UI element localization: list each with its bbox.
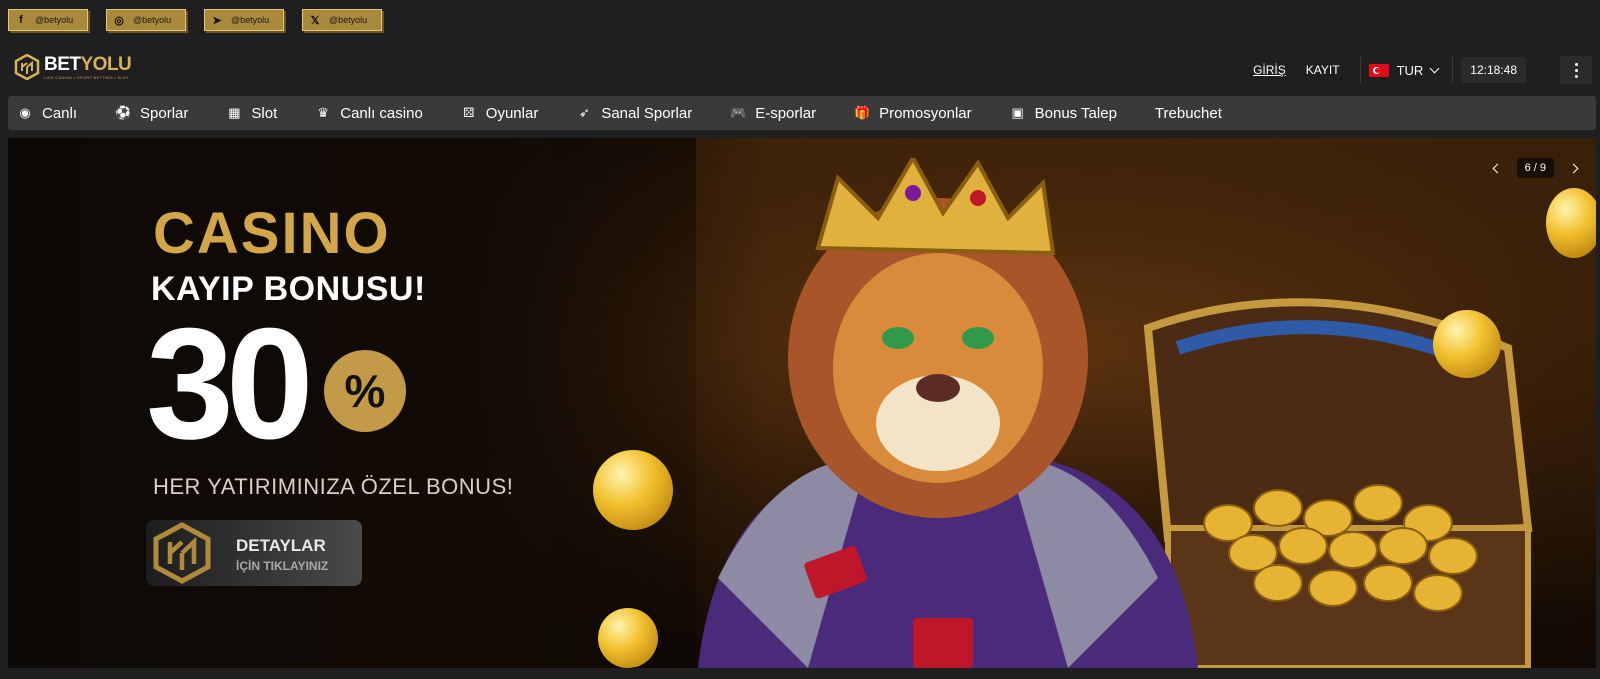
previous-slide-button[interactable] (1489, 159, 1507, 177)
main-nav: ◉ Canlı ⚽ Sporlar ▦ Slot ♛ Canlı casino … (8, 96, 1596, 130)
slot-icon: ▦ (228, 105, 241, 120)
dice-icon: ⚄ (463, 105, 475, 120)
logo-mark-icon (14, 54, 40, 80)
instagram-icon: ◎ (114, 14, 124, 27)
slider-controls: 6 / 9 (1489, 158, 1582, 178)
nav-item-label: Sanal Sporlar (601, 104, 693, 122)
nav-item-canli[interactable]: ◉ Canlı (17, 105, 77, 122)
nav-item-sporlar[interactable]: ⚽ Sporlar (115, 105, 188, 122)
gold-coin-decoration (598, 608, 658, 668)
nav-item-label: Trebuchet (1154, 104, 1222, 122)
more-menu-button[interactable] (1560, 56, 1592, 84)
nav-item-label: Sporlar (140, 104, 189, 122)
telegram-link[interactable]: ➤ @betyolu (204, 9, 284, 31)
nav-item-label: Oyunlar (485, 104, 539, 122)
slide-counter: 6 / 9 (1516, 158, 1554, 178)
chevron-right-icon (1568, 163, 1578, 173)
nav-item-slot[interactable]: ▦ Slot (226, 105, 277, 122)
gold-coin-decoration (1546, 188, 1596, 258)
gold-coin-decoration (593, 450, 673, 530)
nav-item-label: Promosyonlar (879, 104, 972, 122)
x-icon: 𝕏 (310, 14, 320, 27)
dot-icon (1574, 62, 1578, 66)
lion-mascot-illustration (698, 158, 1198, 668)
gift-icon: 🎁 (853, 105, 871, 120)
logo-text-bet: BET (44, 53, 81, 75)
percent-badge: % (324, 350, 406, 432)
dot-icon (1574, 68, 1578, 72)
nav-item-label: Bonus Talep (1034, 104, 1117, 122)
logo-mark-icon (153, 522, 211, 584)
login-link[interactable]: GİRİŞ (1253, 63, 1286, 77)
bonus-icon: ▣ (1011, 105, 1024, 120)
nav-item-sanal-sporlar[interactable]: ➶ Sanal Sporlar (576, 105, 692, 122)
language-label: TUR (1396, 62, 1424, 78)
banner-title: CASINO (153, 201, 391, 266)
logo-text-yolu: YOLU (80, 53, 132, 75)
nav-item-label: Slot (251, 104, 278, 122)
live-icon: ◉ (19, 105, 31, 120)
language-selector[interactable]: TUR (1368, 62, 1440, 78)
instagram-label: @betyolu (133, 15, 172, 25)
gold-coin-decoration (1433, 310, 1501, 378)
turkey-flag-icon (1368, 63, 1389, 77)
promo-banner[interactable]: CASINO KAYIP BONUSU! 30 % HER YATIRIMINI… (8, 138, 1596, 668)
soccer-ball-icon: ⚽ (114, 105, 132, 120)
instagram-link[interactable]: ◎ @betyolu (106, 9, 186, 31)
nav-item-trebuchet[interactable]: Trebuchet (1155, 105, 1222, 122)
header: BETYOLU LIVE CASINO • SPORT BETTING • SL… (0, 48, 1600, 92)
social-bar: f @betyolu ◎ @betyolu ➤ @betyolu 𝕏 @bety… (0, 0, 1600, 40)
bonus-percentage-number: 30 (146, 296, 314, 472)
clock: 12:18:48 (1461, 57, 1526, 83)
facebook-label: @betyolu (35, 15, 74, 25)
nav-item-label: E-sporlar (755, 104, 817, 122)
nav-item-bonus-talep[interactable]: ▣ Bonus Talep (1010, 104, 1117, 122)
details-button-label: DETAYLAR (236, 536, 326, 555)
next-slide-button[interactable] (1564, 159, 1582, 177)
nav-item-label: Canlı (42, 104, 78, 122)
nav-item-e-sporlar[interactable]: 🎮 E-sporlar (730, 105, 816, 122)
facebook-link[interactable]: f @betyolu (8, 9, 88, 31)
nav-item-label: Canlı casino (340, 104, 423, 122)
chevron-down-icon (1429, 63, 1440, 73)
banner-tagline: HER YATIRIMINIZA ÖZEL BONUS! (153, 474, 514, 499)
facebook-icon: f (19, 14, 23, 26)
virtual-sports-icon: ➶ (578, 105, 590, 120)
details-button[interactable]: DETAYLAR İÇİN TIKLAYINIZ (146, 520, 362, 586)
nav-item-oyunlar[interactable]: ⚄ Oyunlar (461, 104, 539, 122)
header-divider (1359, 57, 1361, 83)
chevron-left-icon (1492, 163, 1503, 173)
header-divider (1452, 57, 1454, 83)
dealer-icon: ♛ (317, 105, 330, 120)
x-label: @betyolu (329, 15, 368, 25)
nav-item-canli-casino[interactable]: ♛ Canlı casino (315, 104, 423, 122)
dot-icon (1574, 74, 1578, 78)
logo-tagline: LIVE CASINO • SPORT BETTING • SLOT (44, 74, 130, 80)
site-logo[interactable]: BETYOLU LIVE CASINO • SPORT BETTING • SL… (14, 53, 132, 80)
nav-item-promosyonlar[interactable]: 🎁 Promosyonlar (854, 105, 972, 122)
details-button-sublabel: İÇİN TIKLAYINIZ (236, 559, 329, 573)
x-link[interactable]: 𝕏 @betyolu (302, 9, 382, 31)
header-actions: GİRİŞ KAYIT TUR 12:18:48 (1253, 48, 1600, 92)
gamepad-icon: 🎮 (730, 105, 747, 120)
telegram-label: @betyolu (231, 15, 270, 25)
telegram-icon: ➤ (212, 14, 222, 27)
register-link[interactable]: KAYIT (1306, 63, 1340, 77)
